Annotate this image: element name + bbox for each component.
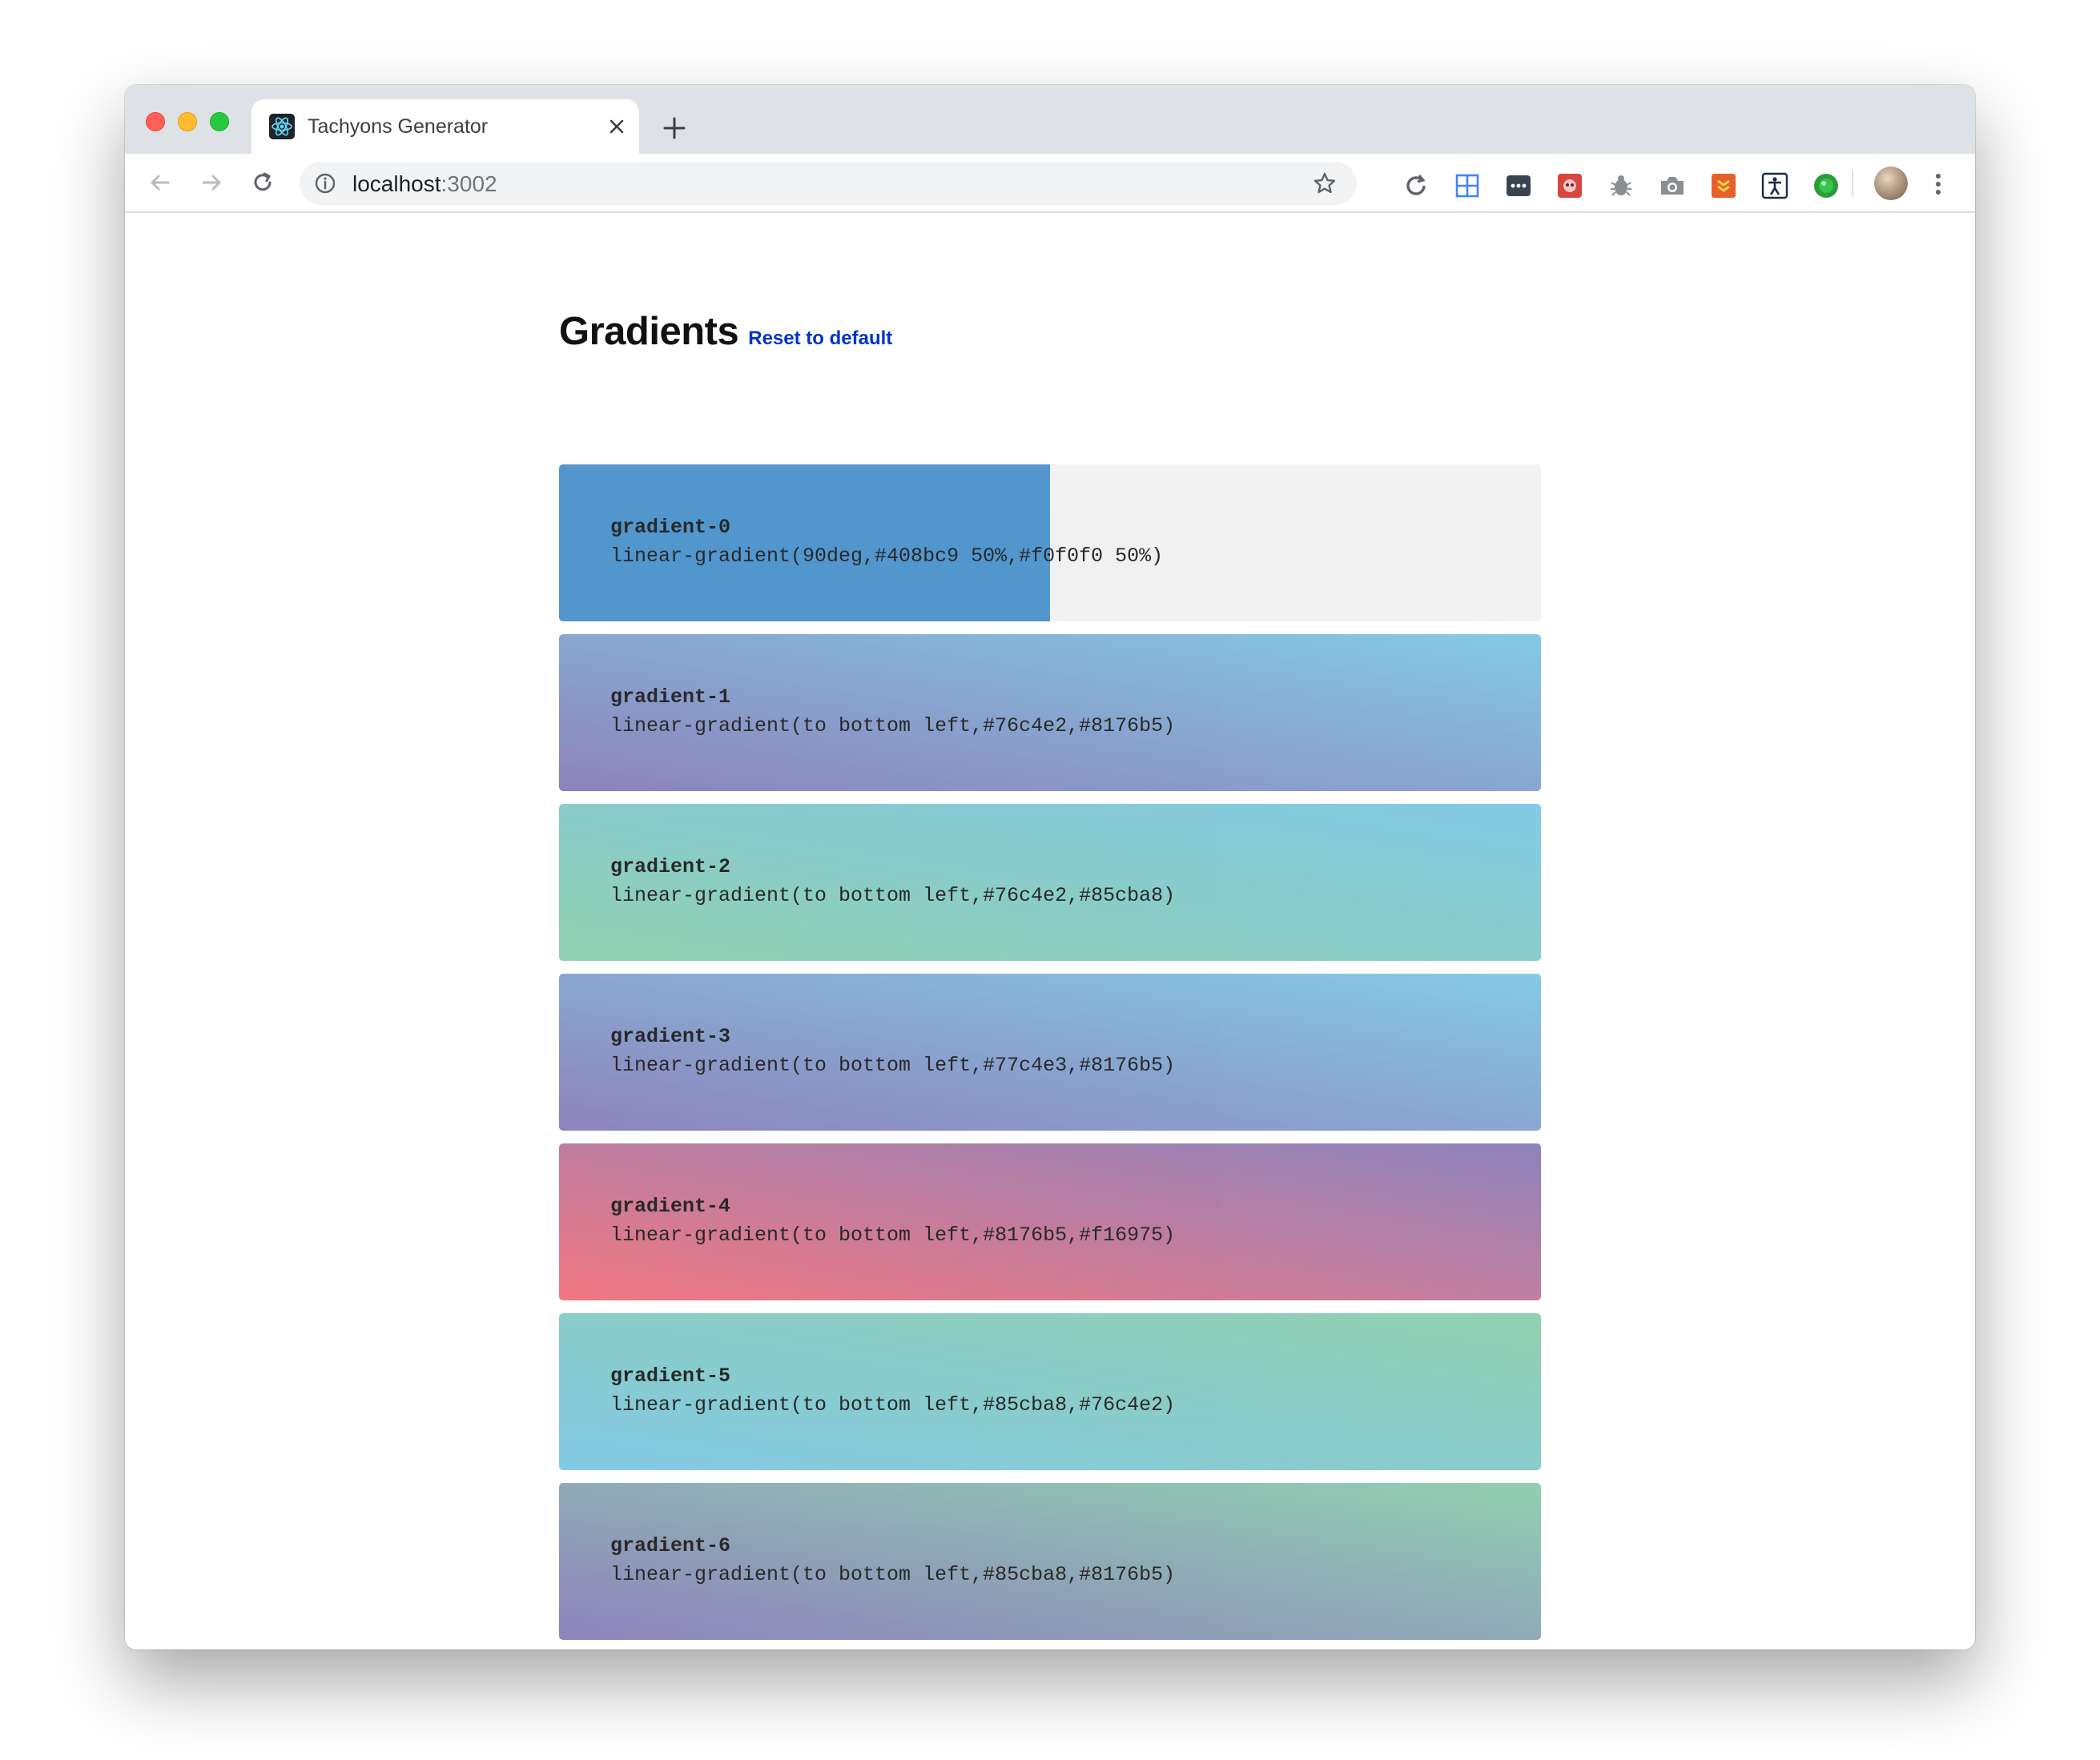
react-favicon-icon [269,114,295,139]
page-title: Gradients [559,310,739,353]
shield-icon[interactable] [1709,171,1738,200]
robot-icon[interactable] [1555,171,1584,200]
close-window-button[interactable] [146,112,165,131]
page-content: Gradients Reset to default gradient-0 lin… [125,215,1975,1649]
new-tab-plus-icon[interactable] [660,114,689,143]
gradient-name: gradient-0 [610,516,731,539]
maximize-window-button[interactable] [210,112,229,131]
gradient-value: linear-gradient(to bottom left,#76c4e2,#… [610,884,1176,907]
gradient-value: linear-gradient(to bottom left,#85cba8,#… [610,1563,1176,1586]
minimize-window-button[interactable] [178,112,197,131]
gradient-card[interactable]: gradient-6 linear-gradient(to bottom left… [559,1483,1541,1640]
close-icon[interactable] [604,114,630,139]
star-icon[interactable] [1312,171,1338,196]
bug-icon[interactable] [1607,171,1635,200]
gradient-value: linear-gradient(to bottom left,#76c4e2,#… [610,714,1176,737]
tab-strip: Tachyons Generator [125,85,1975,154]
gradient-value: linear-gradient(to bottom left,#77c4e3,#… [610,1054,1176,1077]
page-heading: Gradients Reset to default [559,309,892,354]
tab-title: Tachyons Generator [308,115,489,138]
gradient-value: linear-gradient(to bottom left,#8176b5,#… [610,1224,1176,1247]
gradient-card[interactable]: gradient-5 linear-gradient(to bottom left… [559,1313,1541,1470]
back-arrow-icon[interactable] [144,167,176,199]
forward-arrow-icon[interactable] [195,167,227,199]
url-text[interactable]: localhost:3002 [352,171,497,197]
grid-icon[interactable] [1453,171,1482,200]
browser-toolbar: localhost:3002 [125,154,1975,213]
gradient-card[interactable]: gradient-2 linear-gradient(to bottom left… [559,804,1541,961]
gradient-name: gradient-1 [610,685,731,709]
gradient-card[interactable]: gradient-3 linear-gradient(to bottom left… [559,974,1541,1131]
green-circle-icon[interactable] [1812,171,1841,200]
browser-tab[interactable]: Tachyons Generator [251,99,639,154]
gradient-name: gradient-3 [610,1025,731,1048]
url-port: :3002 [441,171,497,196]
gradient-card[interactable]: gradient-0 linear-gradient(90deg,#408bc9 … [559,464,1541,621]
address-bar[interactable]: localhost:3002 [300,162,1357,205]
gradient-name: gradient-6 [610,1534,731,1557]
accessibility-icon[interactable] [1760,171,1789,200]
reload-icon[interactable] [247,167,279,199]
gradient-name: gradient-4 [610,1195,731,1218]
gradient-name: gradient-2 [610,855,731,878]
toolbar-separator [1852,170,1853,197]
info-icon[interactable] [314,172,336,195]
url-host: localhost [352,171,441,196]
profile-avatar[interactable] [1874,167,1908,200]
gradient-card[interactable]: gradient-1 linear-gradient(to bottom left… [559,634,1541,791]
gradient-value: linear-gradient(90deg,#408bc9 50%,#f0f0f… [610,544,1164,568]
reset-to-default-link[interactable]: Reset to default [748,327,892,350]
browser-window: Tachyons Generator localhost:3002 Gradie… [125,85,1975,1649]
sync-icon[interactable] [1402,171,1430,200]
gradient-value: linear-gradient(to bottom left,#85cba8,#… [610,1393,1176,1416]
gradient-card[interactable]: gradient-4 linear-gradient(to bottom left… [559,1143,1541,1300]
dots-icon[interactable] [1504,171,1533,200]
camera-icon[interactable] [1658,171,1687,200]
gradient-name: gradient-5 [610,1364,731,1388]
kebab-menu-icon[interactable] [1930,170,1946,199]
